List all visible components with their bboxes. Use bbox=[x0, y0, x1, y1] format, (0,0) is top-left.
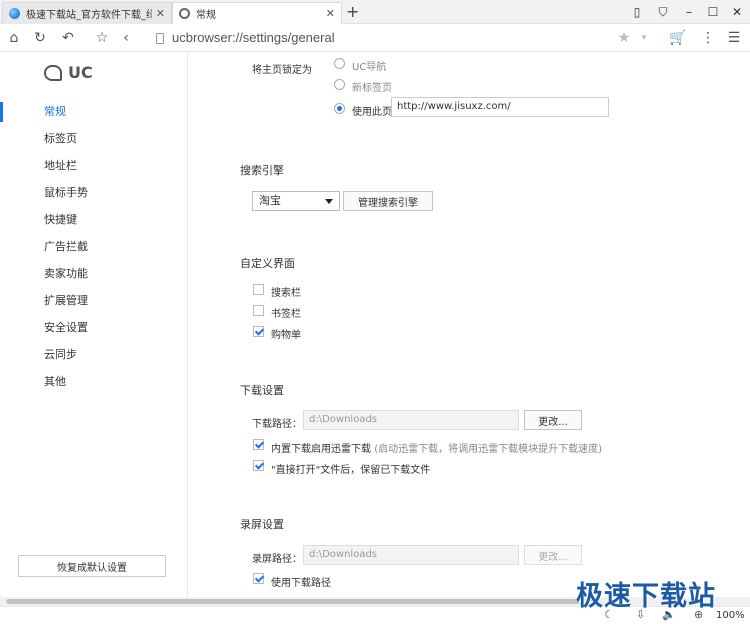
checkbox-thunder-label: 内置下载启用迅雷下载 (启动迅雷下载，将调用迅雷下载模块提升下载速度) bbox=[271, 440, 602, 455]
thunder-label-text: 内置下载启用迅雷下载 bbox=[271, 444, 371, 455]
checkbox-bookmark-bar-label: 书签栏 bbox=[271, 309, 301, 320]
bookmark-star-icon[interactable]: ★ bbox=[614, 28, 634, 48]
checkbox-use-download-path-label: 使用下载路径 bbox=[271, 578, 331, 589]
logo-text: UC bbox=[68, 63, 93, 82]
download-path-label: 下载路径： bbox=[252, 419, 302, 430]
close-tab-icon[interactable]: ✕ bbox=[156, 7, 165, 20]
thunder-note-text: (启动迅雷下载，将调用迅雷下载模块提升下载速度) bbox=[374, 444, 602, 455]
sidebar-item-general[interactable]: 常规 bbox=[0, 100, 187, 124]
minimize-button[interactable]: – bbox=[676, 0, 702, 24]
sidebar-item-ad-block[interactable]: 广告拦截 bbox=[0, 235, 187, 259]
scrollbar-thumb[interactable] bbox=[6, 599, 596, 604]
squirrel-icon bbox=[44, 64, 62, 81]
download-path-input[interactable]: d:\Downloads bbox=[303, 410, 519, 430]
more-icon[interactable]: ⋮ bbox=[698, 28, 718, 48]
undo-icon[interactable]: ↶ bbox=[58, 28, 78, 48]
download-change-button[interactable]: 更改... bbox=[524, 410, 582, 430]
zoom-level[interactable]: 100% bbox=[716, 610, 745, 621]
homepage-url-input[interactable]: http://www.jisuxz.com/ bbox=[391, 97, 609, 117]
record-path-label: 录屏路径： bbox=[252, 554, 302, 565]
checkbox-use-download-path[interactable] bbox=[253, 573, 264, 584]
settings-sidebar: UC 常规 标签页 地址栏 鼠标手势 快捷键 广告拦截 卖家功能 扩展管理 安全… bbox=[0, 53, 188, 597]
download-heading: 下载设置 bbox=[240, 384, 284, 397]
dropdown-icon[interactable]: ▾ bbox=[634, 28, 654, 48]
sidebar-item-address-bar[interactable]: 地址栏 bbox=[0, 154, 187, 178]
sidebar-item-security[interactable]: 安全设置 bbox=[0, 316, 187, 340]
record-heading: 录屏设置 bbox=[240, 518, 284, 531]
tab-settings[interactable]: 常规 ✕ bbox=[172, 2, 342, 24]
custom-ui-heading: 自定义界面 bbox=[240, 257, 295, 270]
tab-title: 常规 bbox=[196, 10, 216, 21]
sidebar-toggle-icon[interactable]: ▯ bbox=[624, 0, 650, 24]
globe-icon bbox=[9, 8, 20, 19]
record-change-button[interactable]: 更改... bbox=[524, 545, 582, 565]
manage-search-engines-button[interactable]: 管理搜索引擎 bbox=[343, 191, 433, 211]
home-icon[interactable]: ⌂ bbox=[4, 28, 24, 48]
tab-bar: 极速下载站_官方软件下载_绿色 ✕ 常规 ✕ + ▯ ⛉ – ☐ ✕ bbox=[0, 0, 750, 24]
back-icon[interactable]: ‹ bbox=[116, 28, 136, 48]
gear-icon bbox=[179, 8, 190, 19]
checkbox-thunder[interactable] bbox=[253, 439, 264, 450]
close-window-button[interactable]: ✕ bbox=[724, 0, 750, 24]
checkbox-keep-file[interactable] bbox=[253, 460, 264, 471]
sidebar-item-mouse-gestures[interactable]: 鼠标手势 bbox=[0, 181, 187, 205]
radio-new-tab[interactable] bbox=[334, 79, 345, 90]
sidebar-item-other[interactable]: 其他 bbox=[0, 370, 187, 394]
radio-new-tab-label: 新标签页 bbox=[352, 83, 392, 94]
search-engine-heading: 搜索引擎 bbox=[240, 164, 284, 177]
checkbox-search-bar-label: 搜索栏 bbox=[271, 288, 301, 299]
sidebar-item-shortcuts[interactable]: 快捷键 bbox=[0, 208, 187, 232]
close-tab-icon[interactable]: ✕ bbox=[326, 7, 335, 20]
settings-content: 将主页锁定为 UC导航 新标签页 使用此页 http://www.jisuxz.… bbox=[189, 53, 750, 597]
menu-icon[interactable]: ☰ bbox=[724, 28, 744, 48]
checkbox-shopping-list-label: 购物单 bbox=[271, 330, 301, 341]
maximize-button[interactable]: ☐ bbox=[700, 0, 726, 24]
restore-defaults-button[interactable]: 恢复成默认设置 bbox=[18, 555, 166, 577]
sidebar-item-seller[interactable]: 卖家功能 bbox=[0, 262, 187, 286]
uc-logo: UC bbox=[44, 63, 93, 82]
search-engine-select[interactable]: 淘宝 bbox=[252, 191, 340, 211]
chevron-down-icon bbox=[325, 199, 333, 204]
tab-title: 极速下载站_官方软件下载_绿色 bbox=[26, 10, 152, 21]
sidebar-item-extensions[interactable]: 扩展管理 bbox=[0, 289, 187, 313]
tab-jisuxz[interactable]: 极速下载站_官方软件下载_绿色 ✕ bbox=[2, 2, 172, 24]
url-input[interactable]: ucbrowser://settings/general bbox=[172, 30, 335, 45]
radio-uc-nav-label: UC导航 bbox=[352, 62, 387, 73]
radio-uc-nav[interactable] bbox=[334, 58, 345, 69]
cart-icon[interactable]: 🛒 bbox=[668, 28, 688, 48]
sidebar-item-sync[interactable]: 云同步 bbox=[0, 343, 187, 367]
record-path-input[interactable]: d:\Downloads bbox=[303, 545, 519, 565]
radio-use-this-page-label: 使用此页 bbox=[352, 107, 392, 118]
refresh-icon[interactable]: ↻ bbox=[30, 28, 50, 48]
page-icon bbox=[156, 33, 164, 44]
sidebar-item-tabs[interactable]: 标签页 bbox=[0, 127, 187, 151]
checkbox-shopping-list[interactable] bbox=[253, 326, 264, 337]
checkbox-keep-file-label: "直接打开"文件后，保留已下载文件 bbox=[271, 465, 431, 476]
star-icon[interactable]: ☆ bbox=[92, 28, 112, 48]
checkbox-bookmark-bar[interactable] bbox=[253, 305, 264, 316]
new-tab-button[interactable]: + bbox=[346, 2, 359, 22]
skin-icon[interactable]: ⛉ bbox=[650, 0, 676, 24]
search-engine-value: 淘宝 bbox=[259, 194, 281, 207]
radio-use-this-page[interactable] bbox=[334, 103, 345, 114]
checkbox-search-bar[interactable] bbox=[253, 284, 264, 295]
address-bar: ⌂ ↻ ↶ ☆ ‹ ucbrowser://settings/general ★… bbox=[0, 24, 750, 52]
homepage-label: 将主页锁定为 bbox=[252, 65, 312, 76]
watermark-logo: 极速下载站 bbox=[576, 581, 716, 612]
